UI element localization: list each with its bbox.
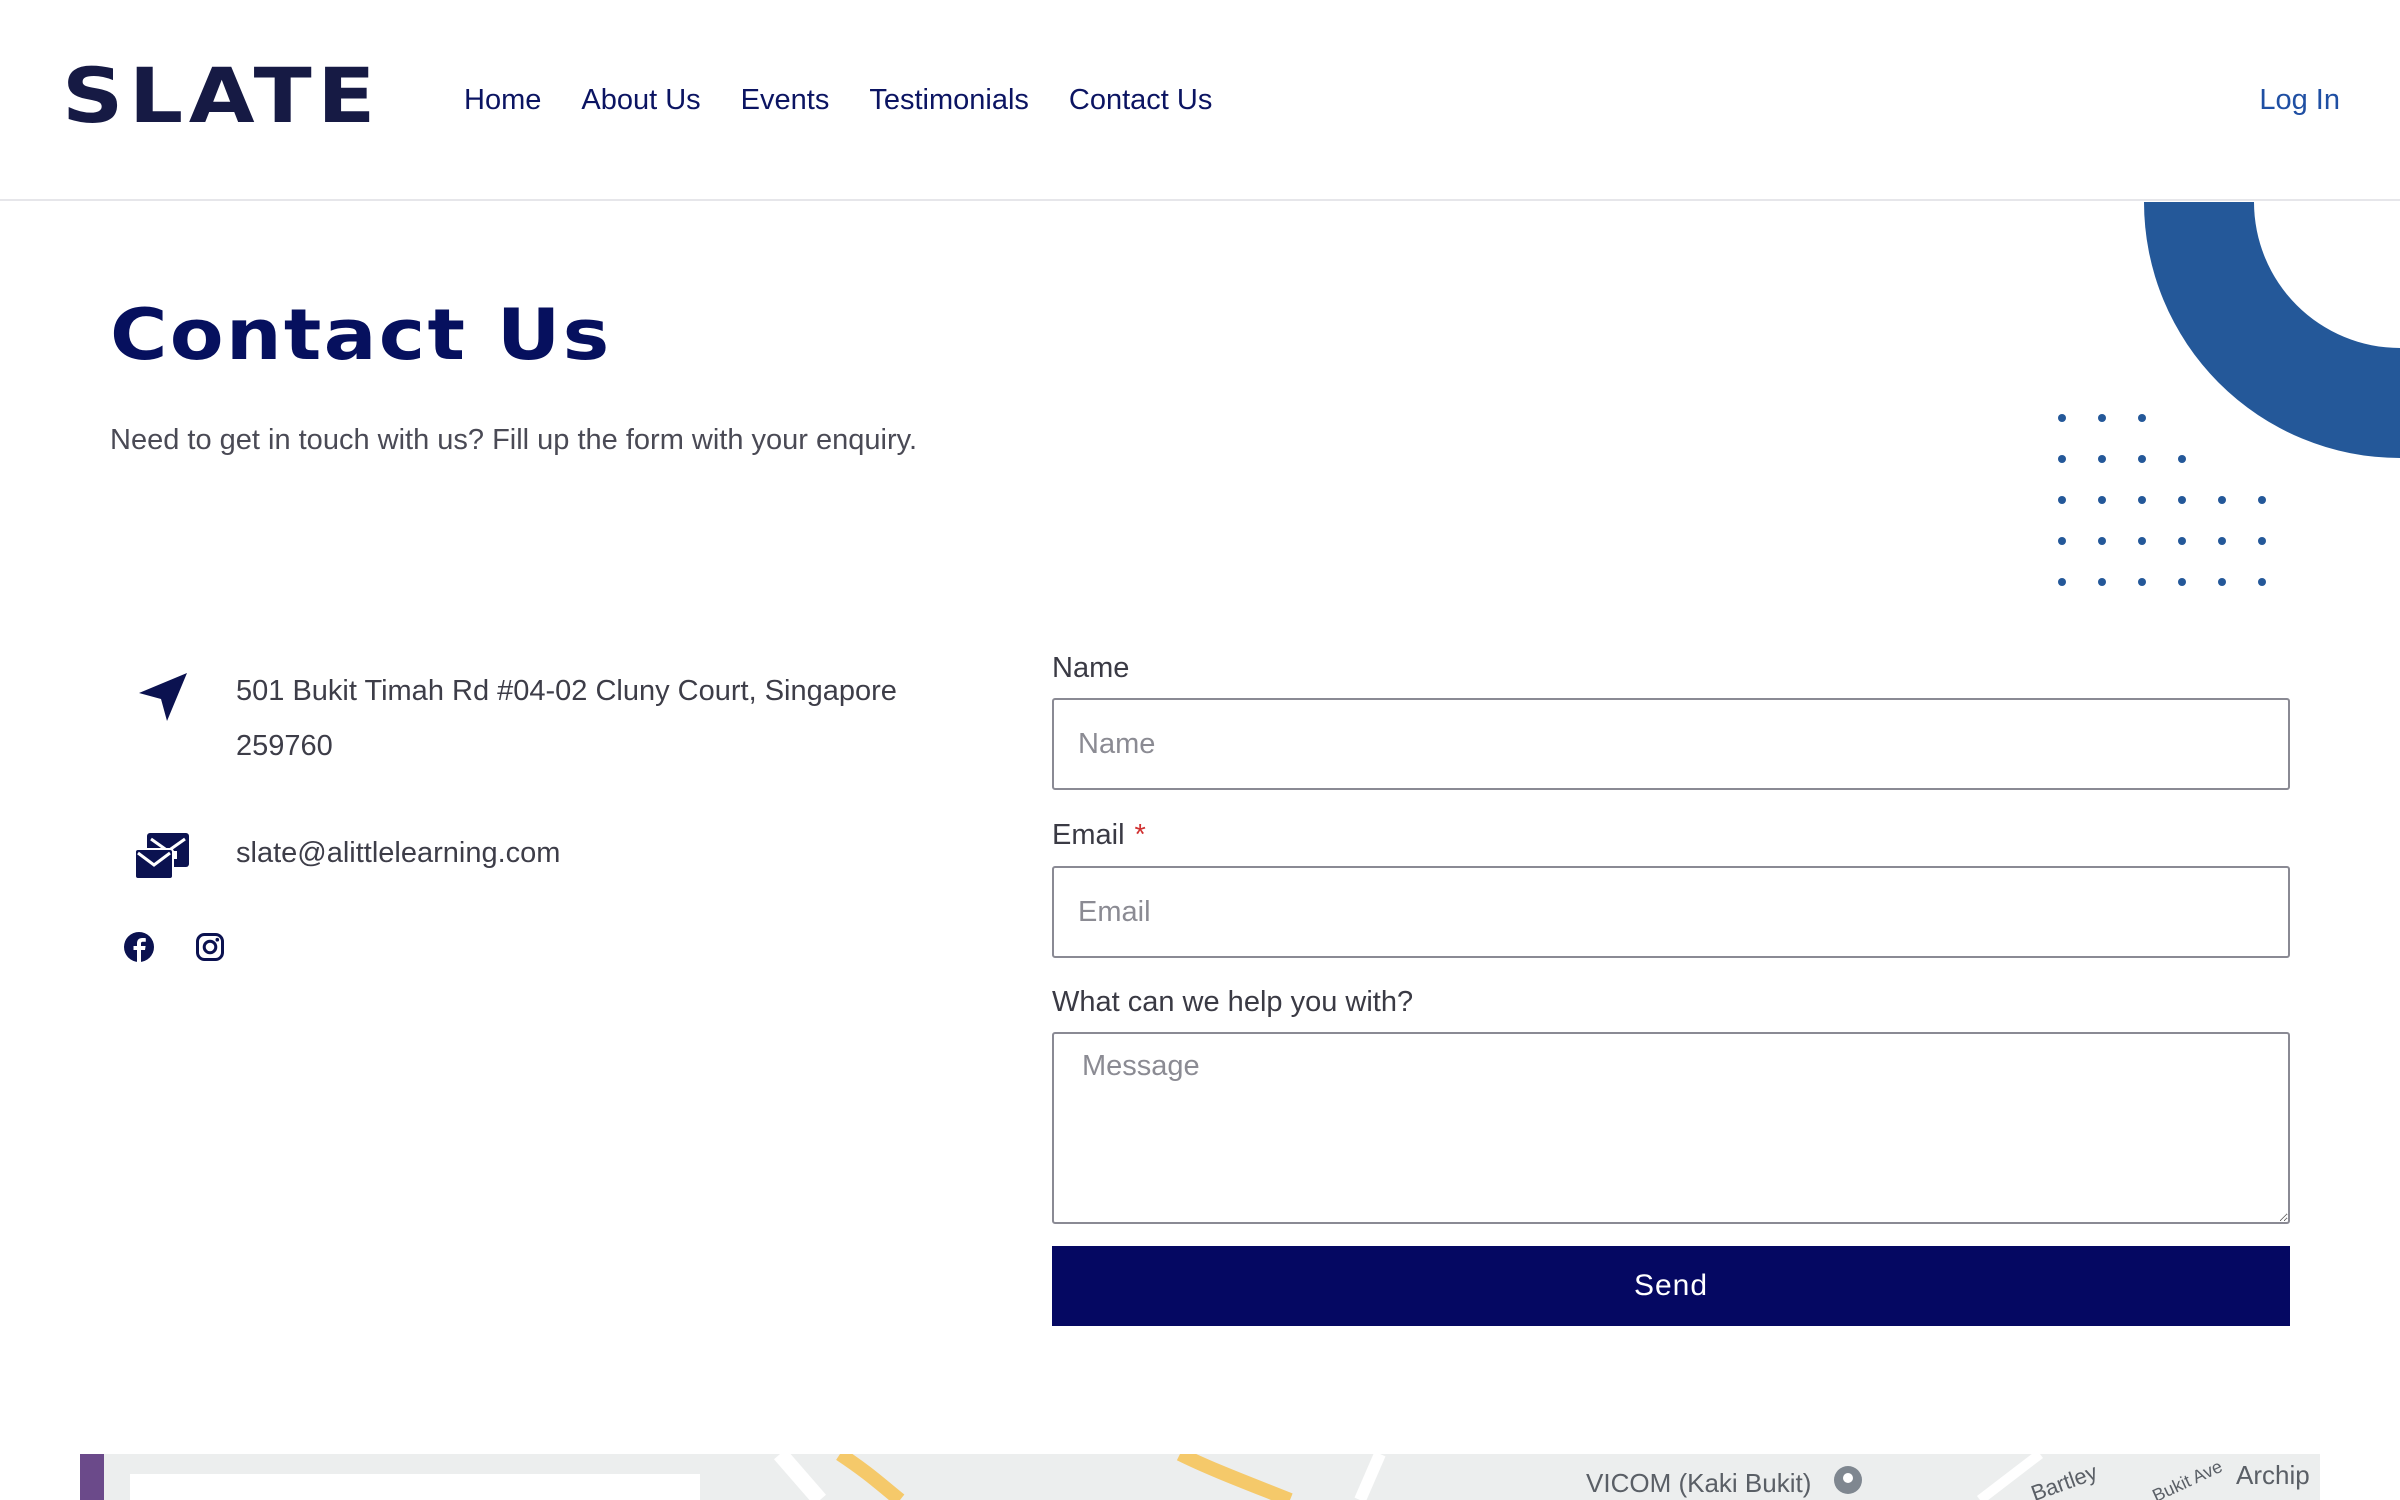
- name-input[interactable]: [1052, 698, 2290, 790]
- send-button[interactable]: Send: [1052, 1246, 2290, 1326]
- decorative-dot-grid: [2058, 414, 2266, 586]
- site-logo[interactable]: SLATE: [62, 58, 381, 134]
- email-label-row: Email *: [1052, 815, 1146, 855]
- nav-testimonials[interactable]: Testimonials: [869, 80, 1029, 120]
- message-label: What can we help you with?: [1052, 986, 1414, 1018]
- page-title: Contact Us: [110, 294, 612, 376]
- map-label-archip: Archip: [2236, 1460, 2310, 1490]
- message-textarea[interactable]: [1052, 1032, 2290, 1224]
- name-label: Name: [1052, 652, 1130, 684]
- login-link[interactable]: Log In: [2259, 80, 2340, 120]
- nav-events[interactable]: Events: [741, 80, 830, 120]
- email-input[interactable]: [1052, 866, 2290, 958]
- map-label-vicom: VICOM (Kaki Bukit): [1586, 1468, 1812, 1498]
- email-address[interactable]: slate@alittlelearning.com: [236, 826, 560, 881]
- nav-home[interactable]: Home: [464, 80, 541, 120]
- page-subtitle: Need to get in touch with us? Fill up th…: [110, 424, 918, 456]
- mail-envelopes-icon: [130, 824, 196, 890]
- location-arrow-icon: [130, 664, 196, 730]
- embedded-map[interactable]: VICOM (Kaki Bukit) Bartley Archip Bukit …: [80, 1454, 2320, 1500]
- email-label: Email: [1052, 819, 1125, 851]
- address-line-1: 501 Bukit Timah Rd #04-02 Cluny Court, S…: [236, 675, 897, 707]
- main-nav: Home About Us Events Testimonials Contac…: [464, 80, 1252, 120]
- address-line-2: 259760: [236, 730, 333, 762]
- contact-email: slate@alittlelearning.com: [130, 824, 560, 890]
- contact-address: 501 Bukit Timah Rd #04-02 Cluny Court, S…: [130, 664, 897, 762]
- site-header: SLATE Home About Us Events Testimonials …: [0, 0, 2400, 201]
- instagram-icon[interactable]: [193, 930, 227, 964]
- facebook-icon[interactable]: [122, 930, 156, 964]
- required-asterisk: *: [1134, 819, 1146, 851]
- nav-about-us[interactable]: About Us: [581, 80, 700, 120]
- nav-contact-us[interactable]: Contact Us: [1069, 80, 1212, 120]
- map-roads: [80, 1454, 2044, 1500]
